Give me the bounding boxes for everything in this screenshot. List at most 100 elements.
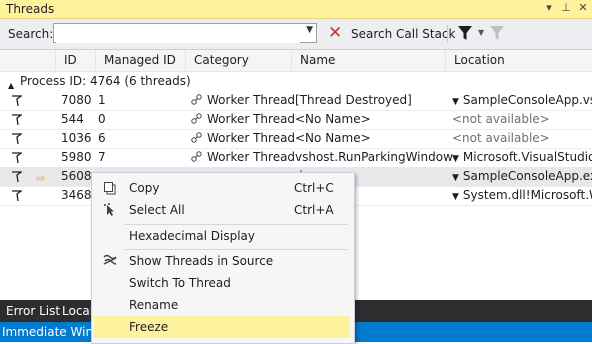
menu-item-freeze[interactable]: Freeze (94, 316, 350, 338)
thread-id-text: 3468 (61, 188, 92, 202)
thread-id-text: 544 (61, 112, 84, 126)
col-name[interactable]: Name (292, 50, 446, 71)
clear-search-icon[interactable]: ✕ (328, 23, 344, 43)
thread-id-text: 5980 (61, 150, 92, 164)
thread-managed-id-text: 6 (98, 131, 106, 145)
thread-name: <No Name> (295, 129, 371, 148)
close-icon[interactable]: ✕ (576, 1, 590, 15)
thread-name-text: <No Name> (295, 131, 371, 145)
menu-item-select-all-label: Select All (129, 203, 185, 217)
search-dropdown-icon[interactable]: ▼ (306, 25, 313, 35)
menu-item-freeze-label: Freeze (129, 320, 169, 334)
col-id[interactable]: ID (56, 50, 96, 71)
menu-item-hexadecimal-display[interactable]: Hexadecimal Display (94, 225, 350, 247)
menu-item-copy[interactable]: Copy Ctrl+C (94, 177, 350, 199)
thread-id: 544 (61, 110, 84, 129)
thread-category-text: Worker Thread (207, 112, 296, 126)
thread-category: Worker Thread (191, 110, 295, 129)
thread-managed-id-text: 1 (98, 93, 106, 107)
thread-location: <not available> (452, 110, 550, 129)
menu-item-show-threads-in-source[interactable]: Show Threads in Source (94, 250, 350, 272)
search-input[interactable] (56, 25, 300, 43)
thread-flag-icon[interactable] (11, 113, 22, 125)
thread-location: ▼ SampleConsoleApp.exe (452, 167, 592, 188)
thread-location-text: <not available> (452, 131, 550, 145)
thread-category: Worker Thread (191, 148, 295, 167)
thread-location: ▼ SampleConsoleApp.vsh (452, 91, 592, 112)
process-group-row[interactable]: ▲ Process ID: 4764 (6 threads) (0, 72, 592, 90)
tab-error-list[interactable]: Error List (6, 304, 60, 318)
thread-category: Worker Thread (191, 91, 295, 110)
thread-managed-id: 1 (98, 91, 106, 110)
thread-category-text: Worker Thread (207, 131, 296, 145)
thread-name: [Thread Destroyed] (295, 91, 412, 110)
thread-id: 5980 (61, 148, 92, 167)
thread-row[interactable]: 5980 7 Worker Thread vshost.RunParkingWindo… (0, 148, 592, 168)
thread-location-text: <not available> (452, 112, 550, 126)
filter-icon[interactable] (458, 25, 472, 41)
dropdown-icon[interactable]: ▾ (542, 1, 556, 15)
menu-item-select-all-shortcut: Ctrl+A (294, 203, 334, 217)
search-combobox[interactable]: ▼ (53, 23, 317, 43)
thread-location-text: SampleConsoleApp.vsh (462, 93, 592, 107)
thread-location-text: System.dll!Microsoft.W (462, 188, 592, 202)
menu-item-copy-label: Copy (129, 181, 160, 195)
menu-item-select-all[interactable]: Select All Ctrl+A (94, 199, 350, 221)
thread-id: 7080 (61, 91, 92, 110)
thread-id-text: 1036 (61, 131, 92, 145)
process-group-label: Process ID: 4764 (6 threads) (20, 74, 191, 88)
thread-name: vshost.RunParkingWindow (295, 148, 453, 167)
col-location[interactable]: Location (446, 50, 592, 71)
thread-id: 5608 (61, 167, 92, 186)
thread-flag-icon[interactable] (11, 189, 22, 201)
search-call-stack-button[interactable]: Search Call Stack (351, 27, 455, 41)
thread-managed-id-text: 0 (98, 112, 106, 126)
thread-name-text: [Thread Destroyed] (295, 93, 412, 107)
menu-item-switch-to-thread[interactable]: Switch To Thread (94, 272, 350, 294)
thread-category-text: Worker Thread (207, 150, 296, 164)
thread-location: ▼ System.dll!Microsoft.W (452, 186, 592, 207)
menu-item-show-threads-label: Show Threads in Source (129, 254, 274, 268)
select-all-icon (104, 203, 114, 216)
flag-filter-icon[interactable] (490, 25, 504, 41)
thread-location-text: Microsoft.VisualStudio. (462, 150, 592, 164)
filter-dropdown-icon[interactable]: ▼ (478, 28, 484, 37)
thread-location: <not available> (452, 129, 550, 148)
thread-managed-id: 0 (98, 110, 106, 129)
thread-flag-icon[interactable] (11, 94, 22, 106)
col-flag[interactable] (0, 50, 56, 71)
threads-in-source-icon (103, 254, 117, 265)
col-category[interactable]: Category (186, 50, 292, 71)
thread-category: Worker Thread (191, 129, 295, 148)
thread-managed-id-text: 7 (98, 150, 106, 164)
thread-location-text: SampleConsoleApp.exe (462, 169, 592, 183)
thread-name: <No Name> (295, 110, 371, 129)
thread-flag-icon[interactable] (11, 151, 22, 163)
thread-flag-icon[interactable] (11, 170, 22, 182)
thread-row[interactable]: 1036 6 Worker Thread <No Name> <not availabl… (0, 129, 592, 149)
thread-row[interactable]: 544 0 Worker Thread <No Name> <not available… (0, 110, 592, 130)
toolbar-separator (447, 25, 448, 43)
thread-id-text: 7080 (61, 93, 92, 107)
threads-title-bar: Threads ▾ ⊥ ✕ (0, 0, 592, 19)
thread-row[interactable]: 7080 1 Worker Thread [Thread Destroyed] ▼ Sam… (0, 91, 592, 111)
thread-id: 1036 (61, 129, 92, 148)
thread-id-text: 5608 (61, 169, 92, 183)
menu-item-switch-thread-label: Switch To Thread (129, 276, 231, 290)
thread-category-text: Worker Thread (207, 93, 296, 107)
thread-flag-icon[interactable] (11, 132, 22, 144)
copy-icon (104, 182, 116, 195)
window-title: Threads (6, 2, 55, 16)
menu-item-hex-label: Hexadecimal Display (129, 229, 256, 243)
menu-item-rename[interactable]: Rename (94, 294, 350, 316)
menu-item-copy-shortcut: Ctrl+C (294, 181, 334, 195)
thread-name-text: vshost.RunParkingWindow (295, 150, 453, 164)
col-managed-id[interactable]: Managed ID (96, 50, 186, 71)
thread-name-text: <No Name> (295, 112, 371, 126)
tab-locals[interactable]: Local (62, 304, 93, 318)
thread-location: ▼ Microsoft.VisualStudio. (452, 148, 592, 169)
pin-icon[interactable]: ⊥ (559, 1, 573, 15)
threads-toolbar: Search: ▼ ✕ Search Call Stack ▼ (0, 19, 592, 50)
menu-item-rename-label: Rename (129, 298, 179, 312)
thread-id: 3468 (61, 186, 92, 205)
